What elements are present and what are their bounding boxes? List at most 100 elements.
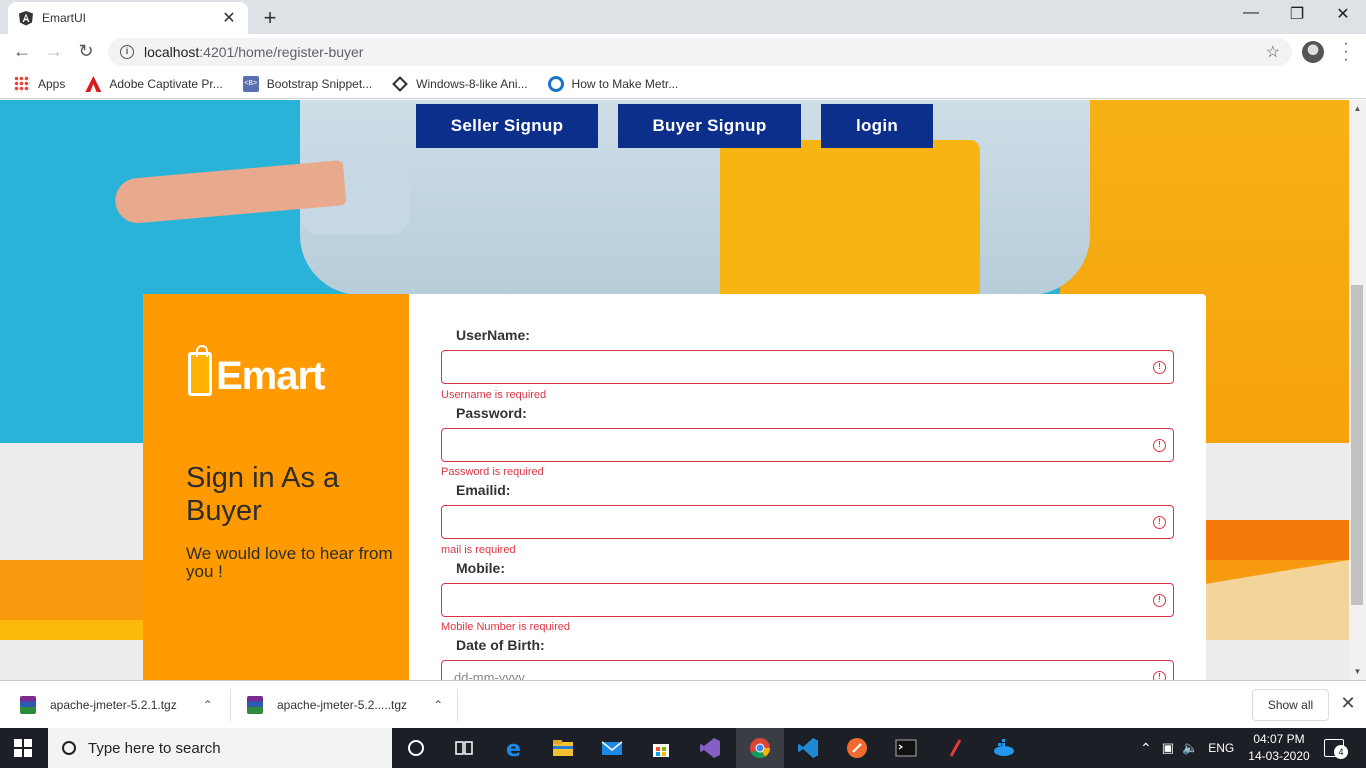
language-indicator[interactable]: ENG	[1208, 741, 1234, 755]
bookmark-apps[interactable]: Apps	[14, 76, 65, 92]
bookmark-star-icon[interactable]: ☆	[1266, 42, 1280, 62]
apps-grid-icon	[14, 76, 30, 92]
decor-stripe	[1205, 520, 1349, 560]
windows-taskbar: Type here to search e ⌃ ▣ 🔈 ENG 04:07 PM…	[0, 728, 1366, 768]
login-button[interactable]: login	[821, 104, 933, 148]
download-item[interactable]: apache-jmeter-5.2.....tgz ⌃	[247, 681, 443, 729]
page-scrollbar[interactable]: ▲ ▼	[1349, 100, 1366, 680]
mobile-label: Mobile:	[456, 560, 505, 576]
email-error: mail is required	[441, 544, 516, 556]
scroll-up-arrow-icon[interactable]: ▲	[1349, 100, 1366, 117]
password-input[interactable]	[441, 428, 1174, 462]
taskbar-search-placeholder: Type here to search	[88, 739, 221, 757]
error-alert-icon: !	[1153, 439, 1166, 452]
bootstrap-icon: <B>	[242, 76, 259, 92]
docker-icon[interactable]	[992, 736, 1016, 760]
signin-info-panel: Emart Sign in As a Buyer We would love t…	[143, 294, 409, 680]
browser-menu-icon[interactable]: · · ·	[1338, 36, 1354, 68]
divider	[457, 689, 458, 721]
download-item[interactable]: apache-jmeter-5.2.1.tgz ⌃	[20, 681, 213, 729]
dob-input[interactable]	[441, 660, 1174, 680]
window-close-icon[interactable]: ✕	[1320, 4, 1366, 24]
postman-icon[interactable]	[845, 736, 869, 760]
store-icon[interactable]	[649, 736, 673, 760]
chevron-up-icon[interactable]: ⌃	[433, 698, 443, 712]
profile-avatar[interactable]	[1302, 41, 1324, 63]
forward-arrow-icon[interactable]: →	[42, 41, 66, 62]
tab-close-icon[interactable]: ✕	[220, 8, 238, 28]
bookmark-bootstrap-snippet[interactable]: <B> Bootstrap Snippet...	[242, 76, 372, 92]
seller-signup-button[interactable]: Seller Signup	[416, 104, 598, 148]
close-shelf-icon[interactable]: ✕	[1338, 693, 1358, 714]
windows-diamond-icon	[392, 76, 409, 92]
password-error: Password is required	[441, 466, 544, 478]
visual-studio-icon[interactable]	[698, 736, 722, 760]
bookmark-adobe-captivate[interactable]: Adobe Captivate Pr...	[85, 76, 223, 92]
metro-c-icon	[547, 76, 564, 92]
restore-icon[interactable]: ❐	[1274, 4, 1320, 24]
divider	[230, 689, 231, 721]
back-arrow-icon[interactable]: ←	[10, 41, 34, 62]
chevron-up-icon[interactable]: ⌃	[203, 698, 213, 712]
edge-browser-icon[interactable]: e	[502, 736, 526, 760]
clock-time: 04:07 PM	[1253, 732, 1305, 746]
svg-text:e: e	[506, 737, 521, 760]
address-bar[interactable]: i localhost:4201/home/register-buyer ☆	[108, 38, 1292, 66]
angular-icon	[19, 11, 33, 26]
hero-person-tshirt	[720, 140, 980, 295]
email-input[interactable]	[441, 505, 1174, 539]
error-alert-icon: !	[1153, 361, 1166, 374]
reload-icon[interactable]: ↻	[74, 41, 98, 62]
mail-icon[interactable]	[600, 736, 624, 760]
register-buyer-form: UserName: ! Username is required Passwor…	[409, 294, 1206, 680]
taskbar-search[interactable]: Type here to search	[48, 728, 392, 768]
download-filename: apache-jmeter-5.2.1.tgz	[50, 698, 177, 712]
error-alert-icon: !	[1153, 671, 1166, 680]
chevron-up-icon[interactable]: ⌃	[1140, 740, 1152, 757]
notification-count-badge: 4	[1334, 745, 1348, 759]
new-tab-button[interactable]: +	[258, 5, 282, 31]
error-alert-icon: !	[1153, 516, 1166, 529]
browser-tab-bar: EmartUI ✕ + — ❐ ✕	[0, 0, 1366, 34]
cortana-icon[interactable]	[404, 736, 428, 760]
mobile-input[interactable]	[441, 583, 1174, 617]
archive-file-icon	[20, 696, 36, 714]
vscode-icon[interactable]	[796, 736, 820, 760]
scroll-down-arrow-icon[interactable]: ▼	[1349, 663, 1366, 680]
buyer-signup-button[interactable]: Buyer Signup	[618, 104, 801, 148]
paint-tool-icon[interactable]	[943, 736, 967, 760]
site-info-icon[interactable]: i	[120, 45, 134, 59]
username-input[interactable]	[441, 350, 1174, 384]
volume-icon[interactable]: 🔈	[1182, 740, 1198, 756]
adobe-icon	[85, 76, 102, 92]
clock-date: 14-03-2020	[1248, 749, 1310, 763]
taskbar-clock[interactable]: 04:07 PM 14-03-2020	[1244, 731, 1314, 765]
chrome-icon[interactable]	[748, 736, 772, 760]
logo-text: Emart	[216, 354, 325, 398]
page-viewport: Seller Signup Buyer Signup login Emart S…	[0, 100, 1349, 680]
browser-toolbar: ← → ↻ i localhost:4201/home/register-buy…	[0, 34, 1366, 70]
scroll-thumb[interactable]	[1351, 285, 1363, 605]
bookmark-metro[interactable]: How to Make Metr...	[547, 76, 678, 92]
terminal-icon[interactable]	[894, 736, 918, 760]
show-all-button[interactable]: Show all	[1252, 689, 1329, 721]
search-icon	[62, 741, 76, 755]
network-icon[interactable]: ▣	[1162, 740, 1174, 756]
task-view-icon[interactable]	[452, 736, 476, 760]
email-label: Emailid:	[456, 482, 511, 498]
bookmarks-bar: Apps Adobe Captivate Pr... <B> Bootstrap…	[0, 70, 1366, 99]
bookmark-windows-8[interactable]: Windows-8-like Ani...	[392, 76, 528, 92]
emart-logo: Emart	[188, 345, 325, 398]
minimize-icon[interactable]: —	[1228, 4, 1274, 22]
username-error: Username is required	[441, 389, 547, 401]
mobile-error: Mobile Number is required	[441, 621, 570, 633]
password-label: Password:	[456, 405, 527, 421]
file-explorer-icon[interactable]	[551, 736, 575, 760]
url-text: localhost:4201/home/register-buyer	[144, 44, 364, 60]
error-alert-icon: !	[1153, 594, 1166, 607]
shopping-bag-icon	[188, 345, 212, 396]
system-tray: ⌃ ▣ 🔈 ENG	[1140, 728, 1234, 768]
browser-tab[interactable]: EmartUI ✕	[8, 2, 248, 34]
panel-title: Sign in As a Buyer	[186, 462, 340, 527]
windows-start-icon[interactable]	[14, 739, 32, 757]
